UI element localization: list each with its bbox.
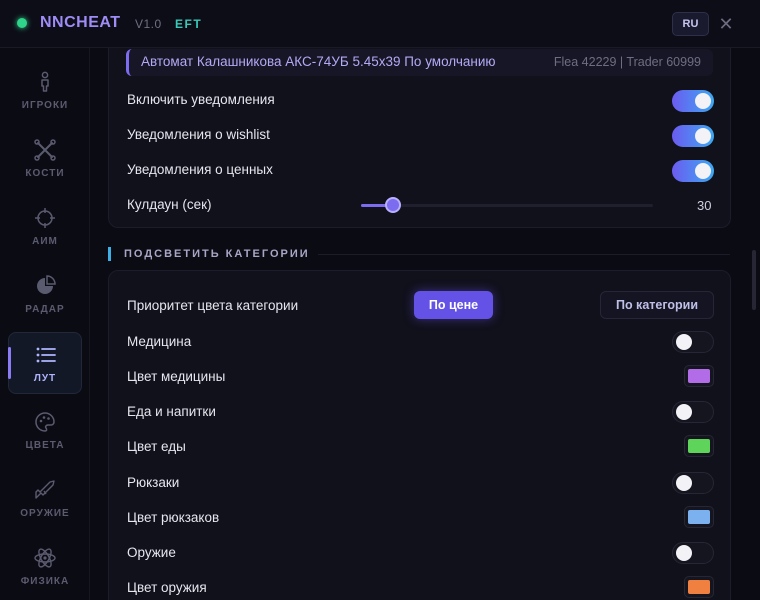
color-fill [688,439,710,453]
sidebar-item-label: ЛУТ [33,373,57,384]
toggle-knob [676,475,692,491]
color-fill [688,510,710,524]
sidebar-item-players[interactable]: ИГРОКИ [8,60,82,122]
toggle-knob [695,93,711,109]
sidebar-item-aim[interactable]: АИМ [8,196,82,258]
sidebar-item-label: ЦВЕТА [25,440,65,451]
backpacks-color-swatch[interactable] [684,506,714,528]
person-icon [41,71,49,92]
cooldown-slider[interactable] [361,197,653,213]
sidebar-item-label: КОСТИ [25,168,65,179]
toggle-knob [695,163,711,179]
food-toggle[interactable] [672,401,714,423]
atom-icon [34,548,56,568]
food-color-swatch[interactable] [684,435,714,457]
sidebar-item-bones[interactable]: КОСТИ [8,128,82,190]
weapons-color-label: Цвет оружия [127,580,207,595]
sidebar-item-label: ИГРОКИ [21,100,69,111]
valuable-notifications-toggle[interactable] [672,160,714,182]
close-icon[interactable]: ✕ [716,13,736,35]
cooldown-label: Кулдаун (сек) [127,197,212,212]
medicine-label: Медицина [127,334,192,349]
medicine-toggle[interactable] [672,331,714,353]
bones-icon [34,139,56,161]
cooldown-slider-thumb[interactable] [385,197,402,213]
main-content: Автомат Калашникова АКС-74УБ 5.45x39 По … [90,48,750,600]
sidebar-item-label: АИМ [32,236,58,247]
sidebar-item-radar[interactable]: РАДАР [8,264,82,326]
rifle-icon [35,480,55,499]
sidebar: ИГРОКИ КОСТИ АИМ РАДАР ЛУТ ЦВЕТА ОРУЖИЕ … [0,48,90,600]
status-indicator [17,18,27,28]
priority-by-category-button[interactable]: По категории [600,291,714,319]
item-name: Автомат Калашникова АКС-74УБ 5.45x39 По … [141,54,496,69]
medicine-color-label: Цвет медицины [127,369,226,384]
highlight-categories-card: Приоритет цвета категории По цене По кат… [108,270,731,600]
app-version: V1.0 [135,17,162,31]
wishlist-notifications-toggle[interactable] [672,125,714,147]
backpacks-label: Рюкзаки [127,475,180,490]
sidebar-item-label: ФИЗИКА [20,576,70,587]
toggle-knob [676,404,692,420]
item-prices: Flea 42229 | Trader 60999 [553,55,701,69]
toggle-knob [695,128,711,144]
crosshair-icon [35,208,55,228]
enable-notifications-toggle[interactable] [672,90,714,112]
game-tag: EFT [175,17,203,31]
app-title: NNCHEAT [40,14,121,31]
food-color-label: Цвет еды [127,439,186,454]
section-divider [318,254,730,255]
palette-icon [35,412,55,432]
enable-notifications-label: Включить уведомления [127,92,275,107]
sidebar-item-colors[interactable]: ЦВЕТА [8,400,82,462]
title-bar: NNCHEAT V1.0 EFT RU ✕ [0,0,760,48]
list-icon [36,347,56,363]
toggle-knob [676,545,692,561]
priority-label: Приоритет цвета категории [127,298,299,313]
scrollbar-thumb[interactable] [752,250,756,310]
color-fill [688,580,710,594]
priority-by-price-button[interactable]: По цене [414,291,493,319]
weapons-color-swatch[interactable] [684,576,714,598]
weapons-label: Оружие [127,545,176,560]
notifications-card: Автомат Калашникова АКС-74УБ 5.45x39 По … [108,48,731,228]
weapons-toggle[interactable] [672,542,714,564]
food-label: Еда и напитки [127,404,216,419]
sidebar-item-label: РАДАР [25,304,65,315]
sidebar-item-physics[interactable]: ФИЗИКА [8,536,82,598]
toggle-knob [676,334,692,350]
language-button[interactable]: RU [672,12,709,36]
color-fill [688,369,710,383]
highlight-section-title: ПОДСВЕТИТЬ КАТЕГОРИИ [108,247,310,261]
loot-item-preview: Автомат Калашникова АКС-74УБ 5.45x39 По … [126,49,713,76]
valuable-notifications-label: Уведомления о ценных [127,162,273,177]
sidebar-item-loot[interactable]: ЛУТ [8,332,82,394]
sidebar-item-weapons[interactable]: ОРУЖИЕ [8,468,82,530]
backpacks-toggle[interactable] [672,472,714,494]
radar-icon [37,275,56,294]
sidebar-item-label: ОРУЖИЕ [20,508,70,519]
backpacks-color-label: Цвет рюкзаков [127,510,220,525]
wishlist-notifications-label: Уведомления о wishlist [127,127,270,142]
medicine-color-swatch[interactable] [684,365,714,387]
cooldown-value: 30 [697,198,712,213]
